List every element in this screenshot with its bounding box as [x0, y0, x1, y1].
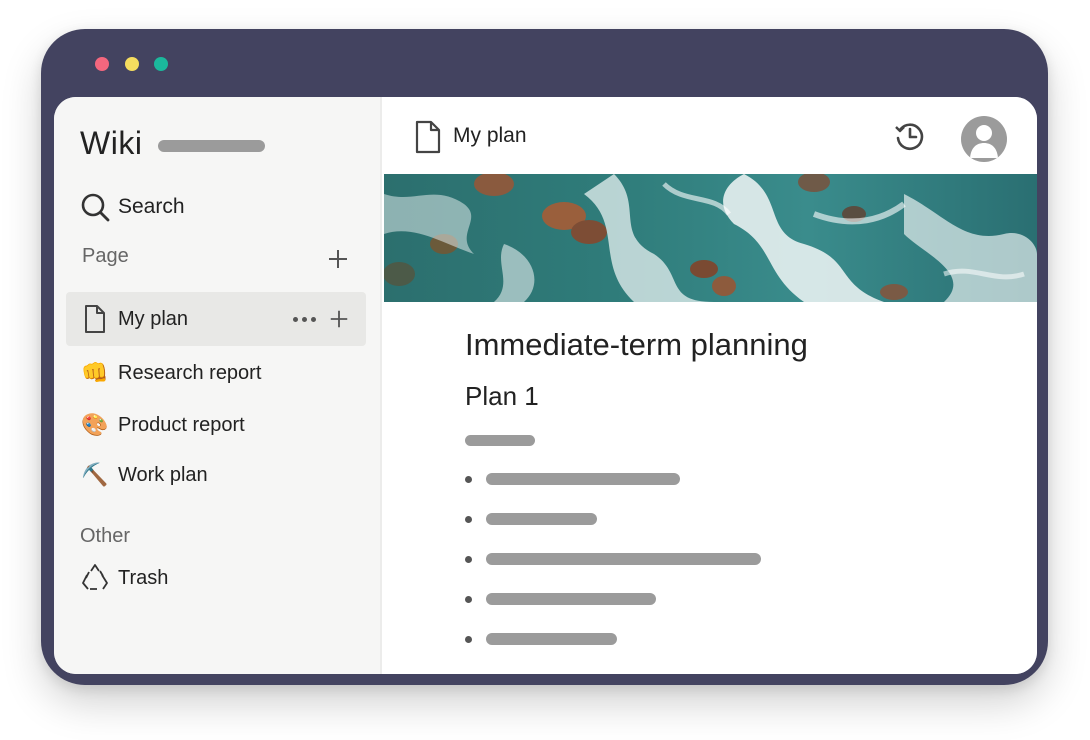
sidebar-item-label: Product report: [118, 413, 245, 436]
close-window-button[interactable]: [95, 57, 109, 71]
sidebar-item-trash[interactable]: Trash: [66, 551, 366, 605]
wiki-title: Wiki: [80, 125, 143, 161]
sidebar-item-label: Trash: [118, 566, 169, 589]
fist-icon: 👊: [81, 360, 109, 385]
sidebar-item-research-report[interactable]: 👊 Research report: [66, 346, 366, 400]
workspace-name-placeholder: [158, 140, 265, 152]
document-subheading: Plan 1: [465, 381, 539, 411]
other-section-label: Other: [80, 525, 131, 547]
cover-image: [384, 174, 1037, 302]
sidebar: Wiki Search Page My plan 👊 Research repo…: [54, 97, 382, 674]
document-body: Immediate-term planning Plan 1: [465, 327, 808, 645]
main-content: My plan Immediate-term planning Plan 1: [384, 97, 1037, 674]
document-icon: [415, 120, 441, 154]
sidebar-item-label: My plan: [118, 307, 189, 330]
user-avatar[interactable]: [961, 116, 1007, 162]
sidebar-item-label: Work plan: [118, 463, 208, 486]
app-window: Wiki Search Page My plan 👊 Research repo…: [54, 97, 1037, 674]
list-item: [465, 553, 761, 565]
list-item: [465, 593, 656, 605]
more-options-icon[interactable]: [293, 316, 316, 322]
zoom-window-button[interactable]: [154, 57, 168, 71]
page-section-label: Page: [82, 245, 129, 267]
page-header: My plan: [384, 97, 1037, 174]
list-item: [465, 473, 680, 485]
sidebar-item-work-plan[interactable]: ⛏️ Work plan: [66, 448, 366, 502]
add-page-icon[interactable]: [326, 247, 350, 271]
sidebar-item-product-report[interactable]: 🎨 Product report: [66, 398, 366, 452]
list-item: [465, 633, 617, 645]
document-heading: Immediate-term planning: [465, 327, 808, 362]
list-item: [465, 513, 597, 525]
search-label: Search: [118, 195, 185, 218]
palette-icon: 🎨: [81, 412, 109, 437]
document-icon: [80, 304, 110, 334]
pick-icon: ⛏️: [81, 462, 109, 487]
app-window-frame: Wiki Search Page My plan 👊 Research repo…: [41, 29, 1048, 685]
minimize-window-button[interactable]: [125, 57, 139, 71]
add-subpage-icon[interactable]: [328, 308, 350, 330]
search-icon: [81, 193, 110, 222]
sidebar-item-my-plan[interactable]: My plan: [66, 292, 366, 346]
recycle-icon: [80, 563, 110, 593]
user-icon: [970, 125, 998, 158]
sidebar-item-label: Research report: [118, 361, 262, 384]
page-title: My plan: [453, 124, 527, 147]
history-icon[interactable]: [893, 119, 927, 153]
search-button[interactable]: Search: [80, 191, 185, 223]
text-placeholder: [465, 435, 535, 446]
